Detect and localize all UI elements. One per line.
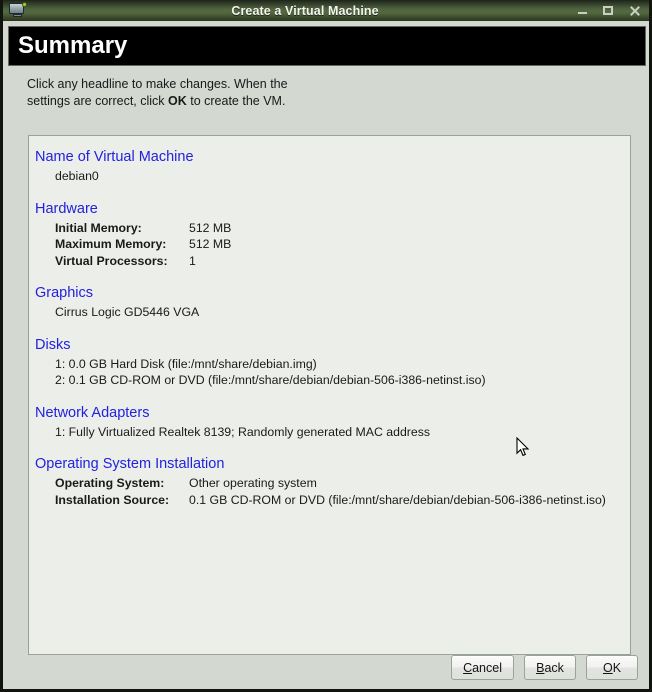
os-value-installation-source: 0.1 GB CD-ROM or DVD (file:/mnt/share/de… (189, 492, 606, 507)
hardware-key-initial-memory: Initial Memory: (55, 220, 142, 235)
headline-name-of-virtual-machine[interactable]: Name of Virtual Machine (33, 148, 194, 168)
table-row: Operating System: Other operating system (55, 475, 620, 492)
status-dot-icon (21, 2, 27, 7)
page-header-banner: Summary (8, 26, 646, 66)
close-icon[interactable] (628, 4, 641, 17)
hardware-value-maximum-memory: 512 MB (189, 237, 232, 251)
table-row: Initial Memory: 512 MB (55, 220, 620, 237)
headline-operating-system-installation[interactable]: Operating System Installation (33, 455, 224, 475)
hardware-value-initial-memory: 512 MB (189, 220, 232, 235)
headline-network-adapters[interactable]: Network Adapters (33, 404, 149, 424)
ok-label-rest: K (612, 660, 622, 675)
vm-name-value: debian0 (55, 169, 99, 183)
back-mnemonic: B (536, 660, 545, 675)
section-name-body: debian0 (33, 168, 620, 185)
table-row: Virtual Processors: 1 (55, 253, 620, 270)
cancel-mnemonic: C (463, 660, 473, 675)
headline-graphics[interactable]: Graphics (33, 284, 93, 304)
os-key-operating-system: Operating System: (55, 476, 165, 490)
window-title: Create a Virtual Machine (231, 3, 379, 18)
section-hardware: Hardware Initial Memory: 512 MB Maximum … (33, 200, 620, 270)
section-network-adapters: Network Adapters 1: Fully Virtualized Re… (33, 404, 620, 441)
section-graphics-body: Cirrus Logic GD5446 VGA (33, 304, 620, 321)
create-virtual-machine-dialog: Create a Virtual Machine Summary Click a… (0, 0, 652, 692)
section-hardware-body: Initial Memory: 512 MB Maximum Memory: 5… (33, 220, 620, 270)
instruction-part-2: to create the VM. (186, 93, 286, 108)
ok-mnemonic: O (602, 660, 613, 675)
minimize-icon[interactable] (576, 4, 589, 17)
os-key-installation-source: Installation Source: (55, 492, 170, 507)
list-item: 1: 0.0 GB Hard Disk (file:/mnt/share/deb… (55, 356, 317, 371)
dialog-button-bar: Cancel Back OK (3, 655, 649, 680)
table-row: Maximum Memory: 512 MB (55, 236, 620, 253)
table-row: Installation Source: 0.1 GB CD-ROM or DV… (55, 492, 620, 509)
cancel-button[interactable]: Cancel (451, 655, 514, 680)
list-item: 2: 0.1 GB CD-ROM or DVD (file:/mnt/share… (55, 373, 486, 387)
graphics-value: Cirrus Logic GD5446 VGA (55, 305, 200, 319)
computer-monitor-icon (8, 2, 27, 18)
hardware-key-maximum-memory: Maximum Memory: (55, 237, 167, 251)
maximize-icon[interactable] (602, 4, 615, 17)
window-titlebar[interactable]: Create a Virtual Machine (3, 0, 649, 21)
hardware-value-virtual-processors: 1 (189, 253, 196, 268)
section-disks: Disks 1: 0.0 GB Hard Disk (file:/mnt/sha… (33, 336, 620, 389)
list-item: 1: Fully Virtualized Realtek 8139; Rando… (55, 424, 431, 439)
section-operating-system-installation: Operating System Installation Operating … (33, 455, 620, 508)
section-name-of-virtual-machine: Name of Virtual Machine debian0 (33, 148, 620, 185)
os-value-operating-system: Other operating system (189, 476, 317, 490)
section-graphics: Graphics Cirrus Logic GD5446 VGA (33, 284, 620, 321)
window-controls (576, 4, 649, 17)
ok-button[interactable]: OK (586, 655, 638, 680)
section-disks-body: 1: 0.0 GB Hard Disk (file:/mnt/share/deb… (33, 356, 620, 389)
headline-hardware[interactable]: Hardware (33, 200, 98, 220)
back-label-rest: ack (544, 660, 564, 675)
hardware-key-virtual-processors: Virtual Processors: (55, 253, 168, 268)
summary-panel: Name of Virtual Machine debian0 Hardware… (28, 135, 631, 655)
instruction-emphasis: OK (168, 93, 187, 108)
headline-disks[interactable]: Disks (33, 336, 70, 356)
back-button[interactable]: Back (524, 655, 576, 680)
instruction-text: Click any headline to make changes. When… (27, 76, 327, 109)
section-os-body: Operating System: Other operating system… (33, 475, 620, 508)
page-title: Summary (18, 32, 128, 59)
section-network-body: 1: Fully Virtualized Realtek 8139; Rando… (33, 424, 620, 441)
summary-panel-content: Name of Virtual Machine debian0 Hardware… (29, 136, 630, 521)
cancel-label-rest: ancel (472, 660, 502, 675)
monitor-stand-shape (12, 14, 22, 17)
